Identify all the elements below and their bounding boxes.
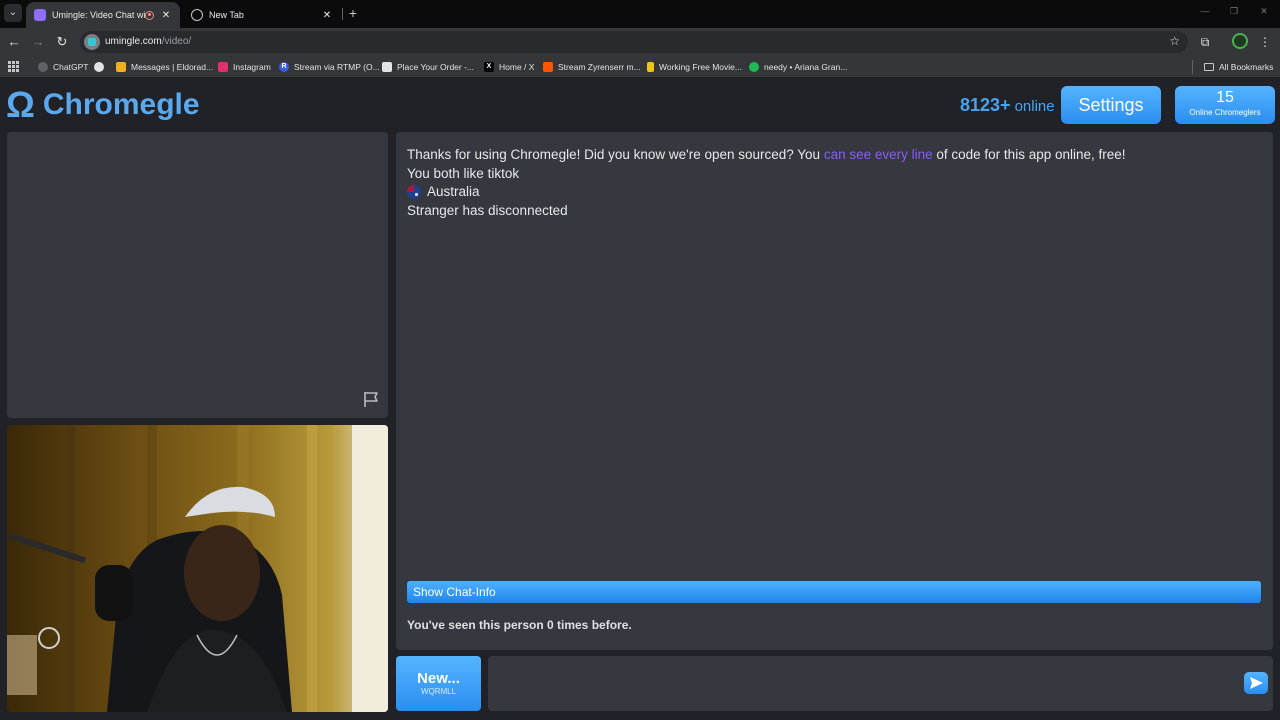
report-flag-icon[interactable] — [362, 390, 380, 408]
apps-grid-icon[interactable] — [8, 61, 19, 72]
country-name: Australia — [427, 184, 480, 199]
forward-icon[interactable]: → — [30, 34, 46, 50]
address-bar[interactable]: umingle.com/video/ ☆ — [80, 31, 1188, 53]
extensions-icon[interactable]: ⧉ — [1197, 34, 1213, 50]
chat-messages: Thanks for using Chromegle! Did you know… — [407, 146, 1267, 220]
chromeglers-label: Online Chromeglers — [1189, 108, 1261, 117]
all-bookmarks[interactable]: All Bookmarks — [1204, 61, 1273, 73]
bookmark-label: Working Free Movie... — [659, 62, 742, 72]
profile-avatar[interactable] — [1232, 33, 1248, 49]
close-tab-icon[interactable]: ✕ — [321, 10, 333, 21]
rtmp-icon: R — [279, 62, 289, 72]
bookmark-label: needy • Ariana Gran... — [764, 62, 848, 72]
new-chat-sublabel: WQRMLL — [420, 687, 457, 696]
seen-count-text: You've seen this person 0 times before. — [407, 618, 632, 632]
welcome-message: Thanks for using Chromegle! Did you know… — [407, 146, 1267, 165]
x-icon: X — [484, 62, 494, 72]
chat-log: Thanks for using Chromegle! Did you know… — [396, 132, 1273, 650]
globe-icon — [191, 9, 203, 21]
show-chat-info-button[interactable]: Show Chat-Info — [407, 581, 1261, 603]
order-icon — [382, 62, 392, 72]
tab-title: Umingle: Video Chat with S — [52, 10, 145, 20]
bookmarks-divider — [1192, 60, 1193, 74]
minimize-icon[interactable]: — — [1198, 6, 1212, 16]
new-chat-button[interactable]: New... WQRMLL — [396, 656, 481, 711]
bookmarks-bar: ChatGPT Messages | Eldorad... Instagram … — [0, 56, 1280, 78]
tab-umingle[interactable]: Umingle: Video Chat with S ✕ — [26, 2, 180, 28]
online-count-label: online — [1014, 98, 1055, 115]
movie-icon — [647, 62, 654, 72]
restore-icon[interactable]: ❐ — [1227, 6, 1241, 17]
bookmark-label: Home / X — [499, 62, 535, 72]
settings-button[interactable]: Settings — [1061, 86, 1161, 124]
browser-toolbar: ← → ↻ umingle.com/video/ ☆ ⧉ ⋮ — [0, 28, 1280, 56]
stranger-video — [7, 132, 388, 418]
bookmark-movie[interactable]: Working Free Movie... — [647, 61, 742, 73]
webcam-feed-image — [7, 425, 388, 712]
chatgpt-icon — [38, 62, 48, 72]
tab-strip: ⌄ Umingle: Video Chat with S ✕ New Tab ✕… — [0, 0, 1280, 28]
bookmark-label: Stream Zyrenserr m... — [558, 62, 641, 72]
bookmark-label: Place Your Order -... — [397, 62, 475, 72]
bookmark-instagram[interactable]: Instagram — [218, 61, 271, 73]
online-count-plus: + — [1000, 95, 1011, 115]
welcome-text: Thanks for using Chromegle! Did you know… — [407, 147, 824, 162]
bookmark-x[interactable]: X Home / X — [484, 61, 534, 73]
globe-icon — [94, 62, 104, 72]
bookmark-globe[interactable] — [94, 61, 109, 73]
bookmark-label: Messages | Eldorad... — [131, 62, 214, 72]
reload-icon[interactable]: ↻ — [54, 34, 70, 50]
chromeglers-count: 15 — [1216, 89, 1234, 106]
back-icon[interactable]: ← — [6, 34, 22, 50]
self-webcam-video — [7, 425, 388, 712]
bookmark-label: Stream via RTMP (O... — [294, 62, 380, 72]
bookmark-rtmp[interactable]: R Stream via RTMP (O... — [279, 61, 380, 73]
send-button[interactable] — [1244, 672, 1268, 694]
tab-new-tab[interactable]: New Tab ✕ — [183, 2, 341, 28]
bookmark-stream[interactable]: Stream Zyrenserr m... — [543, 61, 641, 73]
umingle-favicon-icon — [34, 9, 46, 21]
url-text: umingle.com/video/ — [105, 36, 191, 47]
welcome-text-end: of code for this app online, free! — [932, 147, 1126, 162]
close-window-icon[interactable]: ✕ — [1257, 6, 1271, 17]
country-message: Australia — [407, 183, 1267, 202]
bookmark-spotify[interactable]: needy • Ariana Gran... — [749, 61, 847, 73]
disconnect-status-message: Stranger has disconnected — [407, 202, 568, 218]
bookmark-messages[interactable]: Messages | Eldorad... — [116, 61, 213, 73]
all-bookmarks-label: All Bookmarks — [1219, 62, 1274, 72]
omega-logo-icon: Ω — [6, 84, 35, 125]
new-chat-label: New... — [417, 670, 460, 687]
folder-icon — [1204, 63, 1214, 71]
chromegle-page: Ω Chromegle 8123+ online Settings 15 Onli… — [0, 79, 1280, 720]
recording-indicator-icon — [145, 10, 154, 20]
online-chromeglers-button[interactable]: 15 Online Chromeglers — [1175, 86, 1275, 124]
new-tab-plus-icon[interactable]: + — [346, 4, 360, 22]
tab-divider — [342, 8, 343, 20]
australia-flag-icon — [407, 185, 421, 200]
chromegle-logo[interactable]: Ω Chromegle — [6, 87, 200, 123]
common-interests-message: You both like tiktok — [407, 165, 520, 181]
online-count-number: 8123 — [960, 95, 1001, 115]
spotify-icon — [749, 62, 759, 72]
messages-icon — [116, 62, 126, 72]
send-arrow-icon — [1250, 677, 1263, 689]
logo-text: Chromegle — [42, 88, 200, 121]
bookmark-label: ChatGPT — [53, 62, 89, 72]
bookmark-star-icon[interactable]: ☆ — [1169, 34, 1180, 48]
url-path: /video/ — [161, 36, 192, 47]
tab-title: New Tab — [209, 10, 244, 20]
tab-search-chevron-icon[interactable]: ⌄ — [4, 4, 22, 22]
online-counter: 8123+ online — [960, 95, 1055, 116]
bookmark-chatgpt[interactable]: ChatGPT — [38, 61, 88, 73]
url-host: umingle.com — [105, 36, 162, 47]
menu-kebab-icon[interactable]: ⋮ — [1257, 34, 1273, 50]
instagram-icon — [218, 62, 228, 72]
bookmark-order[interactable]: Place Your Order -... — [382, 61, 474, 73]
message-input[interactable] — [488, 656, 1273, 711]
open-source-link[interactable]: can see every line — [824, 147, 933, 162]
close-tab-icon[interactable]: ✕ — [160, 10, 172, 21]
bookmark-label: Instagram — [233, 62, 271, 72]
site-info-icon[interactable] — [84, 34, 100, 50]
stream-icon — [543, 62, 553, 72]
